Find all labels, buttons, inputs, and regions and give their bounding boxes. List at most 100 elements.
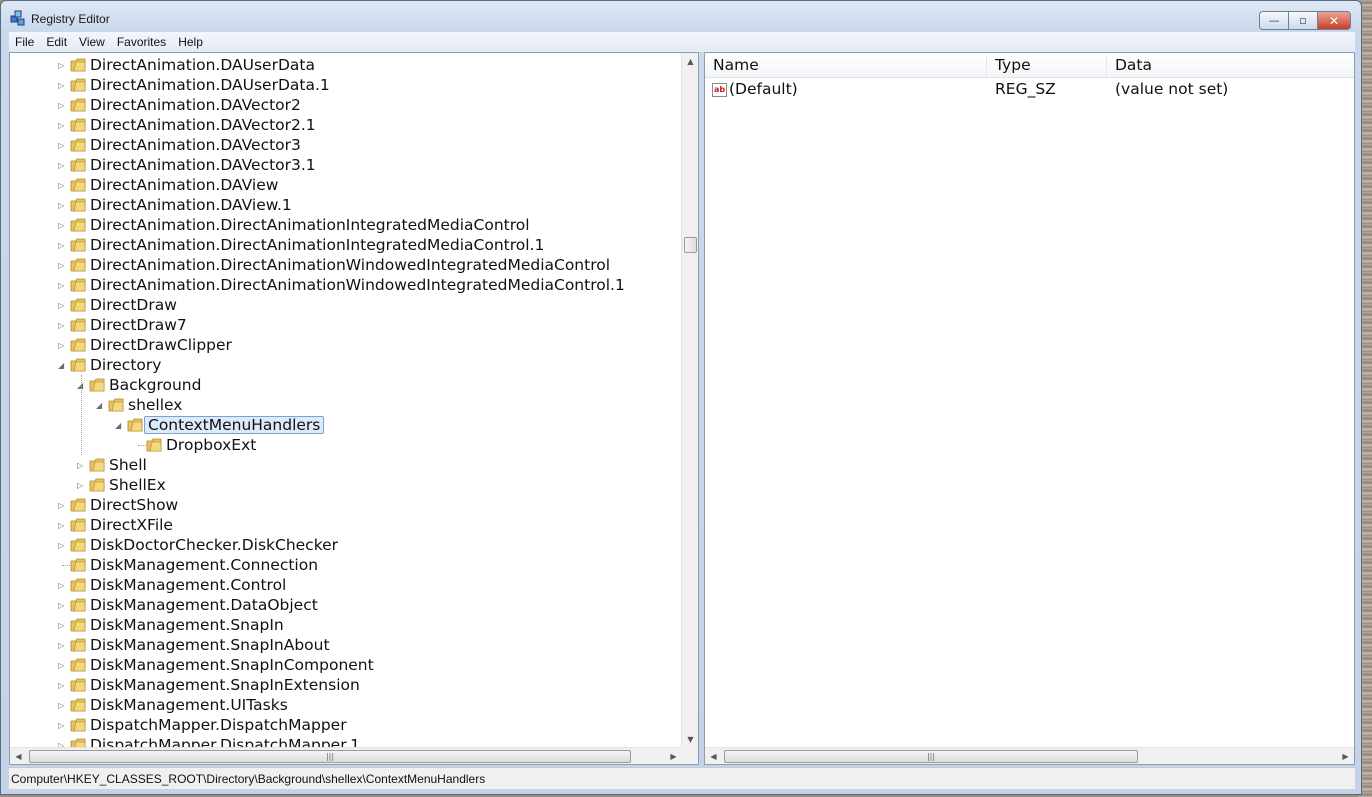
collapsed-arrow-icon[interactable]: ▷	[58, 101, 67, 110]
collapsed-arrow-icon[interactable]: ▷	[58, 61, 67, 70]
values-horizontal-scroll-thumb[interactable]: |||	[724, 750, 1138, 763]
collapsed-arrow-icon[interactable]: ▷	[77, 481, 86, 490]
tree-item[interactable]: ▷ DiskManagement.SnapIn	[10, 615, 682, 635]
window-title: Registry Editor	[31, 12, 110, 26]
collapsed-arrow-icon[interactable]: ▷	[77, 461, 86, 470]
menu-favorites[interactable]: Favorites	[111, 35, 172, 49]
expanded-arrow-icon[interactable]: ◢	[96, 401, 105, 410]
close-button[interactable]: ✕	[1317, 11, 1351, 30]
expanded-arrow-icon[interactable]: ◢	[115, 421, 124, 430]
tree-item[interactable]: ▷ DiskManagement.SnapInExtension	[10, 675, 682, 695]
menu-edit[interactable]: Edit	[40, 35, 73, 49]
folder-icon	[70, 198, 86, 212]
folder-icon	[89, 378, 105, 392]
collapsed-arrow-icon[interactable]: ▷	[58, 81, 67, 90]
folder-icon	[89, 458, 105, 472]
maximize-button[interactable]: ▫	[1288, 11, 1318, 30]
tree-item[interactable]: ▷ Shell	[10, 455, 682, 475]
collapsed-arrow-icon[interactable]: ▷	[58, 301, 67, 310]
tree-item[interactable]: ▷ DirectXFile	[10, 515, 682, 535]
tree-item[interactable]: ▷ DirectAnimation.DAVector2	[10, 95, 682, 115]
collapsed-arrow-icon[interactable]: ▷	[58, 601, 67, 610]
folder-icon	[70, 118, 86, 132]
collapsed-arrow-icon[interactable]: ▷	[58, 701, 67, 710]
scroll-down-arrow-icon[interactable]: ▼	[682, 731, 699, 748]
collapsed-arrow-icon[interactable]: ▷	[58, 721, 67, 730]
tree-item[interactable]: ▷ DirectAnimation.DAVector3	[10, 135, 682, 155]
tree-item[interactable]: ▷ DirectDrawClipper	[10, 335, 682, 355]
tree-item[interactable]: ▷ DirectAnimation.DAVector3.1	[10, 155, 682, 175]
menu-help[interactable]: Help	[172, 35, 209, 49]
tree-item[interactable]: ▷ DiskManagement.Control	[10, 575, 682, 595]
title-bar[interactable]: Registry Editor — ▫ ✕	[1, 1, 1361, 33]
collapsed-arrow-icon[interactable]: ▷	[58, 581, 67, 590]
tree-item[interactable]: ▷ DirectAnimation.DAUserData	[10, 55, 682, 75]
tree-horizontal-scroll-thumb[interactable]: |||	[29, 750, 631, 763]
tree-item[interactable]: ▷ DirectAnimation.DAVector2.1	[10, 115, 682, 135]
tree-item[interactable]: ▷ DirectShow	[10, 495, 682, 515]
collapsed-arrow-icon[interactable]: ▷	[58, 621, 67, 630]
collapsed-arrow-icon[interactable]: ▷	[58, 541, 67, 550]
folder-icon	[70, 178, 86, 192]
collapsed-arrow-icon[interactable]: ▷	[58, 261, 67, 270]
menu-file[interactable]: File	[9, 35, 40, 49]
tree-item[interactable]: ▷ DiskManagement.UITasks	[10, 695, 682, 715]
tree-item[interactable]: ◢ shellex	[10, 395, 682, 415]
column-header-name[interactable]: Name	[705, 56, 987, 76]
tree-item[interactable]: ▷ DirectAnimation.DirectAnimationIntegrat…	[10, 215, 682, 235]
scroll-right-arrow-icon[interactable]: ▶	[1337, 748, 1354, 765]
values-horizontal-scrollbar[interactable]: ◀ ||| ▶	[705, 747, 1354, 764]
tree-vertical-scroll-thumb[interactable]	[684, 237, 697, 253]
scroll-left-arrow-icon[interactable]: ◀	[10, 748, 27, 765]
collapsed-arrow-icon[interactable]: ▷	[58, 181, 67, 190]
tree-item[interactable]: ▷ DirectAnimation.DirectAnimationIntegrat…	[10, 235, 682, 255]
collapsed-arrow-icon[interactable]: ▷	[58, 661, 67, 670]
tree-item[interactable]: ▷ DiskDoctorChecker.DiskChecker	[10, 535, 682, 555]
expanded-arrow-icon[interactable]: ◢	[58, 361, 67, 370]
collapsed-arrow-icon[interactable]: ▷	[58, 281, 67, 290]
collapsed-arrow-icon[interactable]: ▷	[58, 141, 67, 150]
tree-item[interactable]: ▷ DiskManagement.SnapInComponent	[10, 655, 682, 675]
tree-item[interactable]: ▷ DirectDraw	[10, 295, 682, 315]
value-data: (value not set)	[1115, 80, 1229, 98]
collapsed-arrow-icon[interactable]: ▷	[58, 321, 67, 330]
tree-item[interactable]: ◢ Background	[10, 375, 682, 395]
tree-item[interactable]: ▷ DirectAnimation.DAUserData.1	[10, 75, 682, 95]
collapsed-arrow-icon[interactable]: ▷	[58, 521, 67, 530]
folder-icon	[70, 218, 86, 232]
collapsed-arrow-icon[interactable]: ▷	[58, 501, 67, 510]
tree-item[interactable]: ▷ DirectDraw7	[10, 315, 682, 335]
tree-item-label: DropboxExt	[166, 436, 257, 454]
value-row[interactable]: ab (Default) REG_SZ (value not set)	[705, 80, 1354, 100]
menu-view[interactable]: View	[73, 35, 111, 49]
tree-item[interactable]: ◢ ContextMenuHandlers	[10, 415, 682, 435]
tree-item[interactable]: ▷ DiskManagement.SnapInAbout	[10, 635, 682, 655]
collapsed-arrow-icon[interactable]: ▷	[58, 241, 67, 250]
tree-item[interactable]: DropboxExt	[10, 435, 682, 455]
tree-item[interactable]: ▷ DirectAnimation.DAView.1	[10, 195, 682, 215]
tree-item[interactable]: ◢ Directory	[10, 355, 682, 375]
tree-item[interactable]: ▷ DirectAnimation.DirectAnimationWindowed…	[10, 275, 682, 295]
column-header-type[interactable]: Type	[987, 56, 1107, 76]
tree-item[interactable]: ▷ ShellEx	[10, 475, 682, 495]
tree-item[interactable]: ▷ DispatchMapper.DispatchMapper	[10, 715, 682, 735]
tree-item[interactable]: ▷ DirectAnimation.DirectAnimationWindowed…	[10, 255, 682, 275]
scroll-left-arrow-icon[interactable]: ◀	[705, 748, 722, 765]
collapsed-arrow-icon[interactable]: ▷	[58, 161, 67, 170]
tree-item[interactable]: ▷ DiskManagement.DataObject	[10, 595, 682, 615]
column-header-data[interactable]: Data	[1107, 56, 1356, 76]
collapsed-arrow-icon[interactable]: ▷	[58, 121, 67, 130]
collapsed-arrow-icon[interactable]: ▷	[58, 641, 67, 650]
collapsed-arrow-icon[interactable]: ▷	[58, 341, 67, 350]
minimize-button[interactable]: —	[1259, 11, 1289, 30]
collapsed-arrow-icon[interactable]: ▷	[58, 221, 67, 230]
collapsed-arrow-icon[interactable]: ▷	[58, 681, 67, 690]
tree-item[interactable]: ▷ DirectAnimation.DAView	[10, 175, 682, 195]
tree-horizontal-scrollbar[interactable]: ◀ ||| ▶	[10, 747, 682, 764]
collapsed-arrow-icon[interactable]: ▷	[58, 201, 67, 210]
string-value-icon: ab	[712, 83, 727, 97]
tree-item[interactable]: DiskManagement.Connection	[10, 555, 682, 575]
scroll-right-arrow-icon[interactable]: ▶	[665, 748, 682, 765]
scroll-up-arrow-icon[interactable]: ▲	[682, 53, 699, 70]
tree-vertical-scrollbar[interactable]: ▲ ▼	[681, 53, 698, 748]
